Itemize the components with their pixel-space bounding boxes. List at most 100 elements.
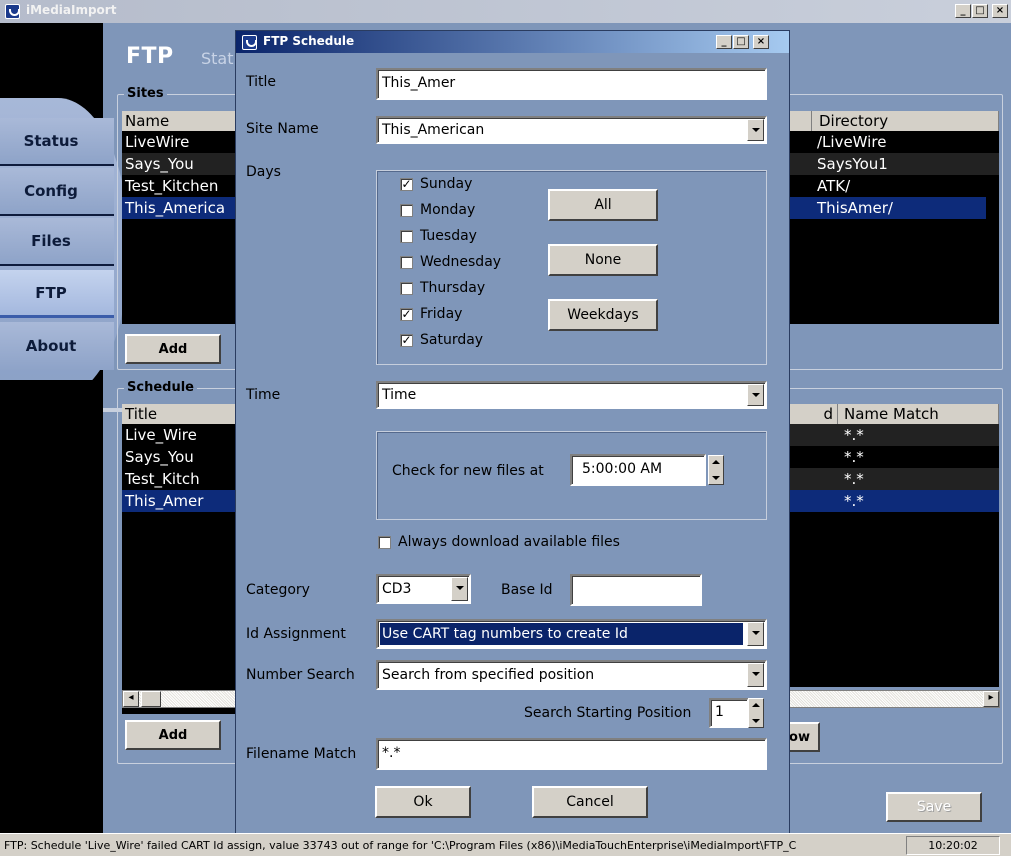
sites-add-button[interactable]: Add [125, 334, 221, 364]
time-combo[interactable]: Time [376, 381, 767, 409]
site-name-value: This_American [382, 122, 485, 138]
day-checkbox-friday[interactable]: ✓ [400, 308, 413, 321]
list-item[interactable]: Test_Kitch [122, 468, 236, 490]
start-position-input[interactable]: 1 [709, 698, 749, 728]
category-combo[interactable]: CD3 [376, 574, 471, 604]
status-bar: FTP: Schedule 'Live_Wire' failed CART Id… [0, 833, 1011, 856]
chevron-down-icon[interactable] [747, 622, 764, 646]
day-checkbox-wednesday[interactable] [400, 256, 413, 269]
chevron-down-icon[interactable] [747, 119, 764, 141]
sites-col-header: Directory [790, 111, 999, 131]
list-item[interactable]: Live_Wire [122, 424, 236, 446]
days-label: Days [246, 164, 281, 180]
status-clock: 10:20:02 [906, 836, 1000, 855]
list-item[interactable]: Test_Kitchen [122, 175, 236, 197]
dialog-close-button[interactable]: × [753, 35, 769, 49]
title-input[interactable]: This_Amer [376, 68, 767, 100]
schedule-group-label: Schedule [124, 380, 197, 395]
chevron-down-icon[interactable] [747, 384, 764, 406]
schedule-col-name-match[interactable]: Name Match [838, 404, 939, 424]
list-item[interactable]: *.* [790, 424, 999, 446]
list-item[interactable]: /LiveWire [790, 131, 999, 153]
list-item[interactable]: This_Amer [122, 490, 236, 512]
time-value: Time [382, 387, 417, 403]
scroll-right-button[interactable]: ▸ [983, 691, 999, 707]
col-fragment [790, 111, 812, 131]
list-item[interactable]: *.* [790, 468, 999, 490]
schedule-col-d[interactable]: d [790, 404, 838, 424]
day-label-sunday[interactable]: Sunday [420, 176, 472, 192]
dialog-app-icon [242, 35, 257, 50]
day-checkbox-thursday[interactable] [400, 282, 413, 295]
ok-button[interactable]: Ok [375, 786, 471, 818]
nav-status[interactable]: Status [0, 118, 114, 166]
chevron-down-icon[interactable] [451, 577, 468, 601]
base-id-input[interactable] [570, 574, 702, 606]
chevron-down-icon[interactable] [747, 663, 764, 687]
time-label: Time [246, 387, 281, 403]
scroll-thumb[interactable] [141, 691, 161, 707]
list-item[interactable]: ATK/ [790, 175, 999, 197]
close-button[interactable]: × [992, 4, 1008, 18]
day-label-monday[interactable]: Monday [420, 202, 475, 218]
check-time-spinner[interactable] [708, 455, 724, 485]
schedule-col-title[interactable]: Title [122, 404, 236, 424]
base-id-label: Base Id [501, 582, 553, 598]
check-files-label: Check for new files at [392, 463, 544, 479]
number-search-combo[interactable]: Search from specified position [376, 660, 767, 690]
page-title: FTP [126, 44, 174, 69]
start-position-label: Search Starting Position [524, 705, 692, 721]
list-item[interactable]: LiveWire [122, 131, 236, 153]
sites-col-directory[interactable]: Directory [812, 111, 888, 131]
check-time-input[interactable]: 5:00:00 AM [570, 454, 706, 486]
nav-about[interactable]: About [0, 322, 114, 370]
always-download-label[interactable]: Always download available files [398, 534, 620, 550]
sites-list-right[interactable]: Directory /LiveWire SaysYou1 ATK/ ThisAm… [790, 111, 999, 324]
day-label-wednesday[interactable]: Wednesday [420, 254, 501, 270]
always-download-checkbox[interactable] [378, 536, 391, 549]
day-checkbox-sunday[interactable]: ✓ [400, 178, 413, 191]
day-checkbox-monday[interactable] [400, 204, 413, 217]
save-button[interactable]: Save [886, 792, 982, 822]
list-item[interactable]: Says_You [122, 446, 236, 468]
id-assignment-combo[interactable]: Use CART tag numbers to create Id [376, 619, 767, 649]
all-days-button[interactable]: All [548, 189, 658, 221]
sites-list-left[interactable]: Name LiveWire Says_You Test_Kitchen This… [122, 111, 236, 324]
day-label-friday[interactable]: Friday [420, 306, 462, 322]
dialog-minimize-button[interactable]: _ [716, 35, 732, 49]
nav-ftp[interactable]: FTP [0, 270, 114, 318]
day-checkbox-tuesday[interactable] [400, 230, 413, 243]
nav-files[interactable]: Files [0, 218, 114, 266]
cancel-button[interactable]: Cancel [532, 786, 648, 818]
minimize-button[interactable]: _ [955, 4, 971, 18]
list-item[interactable]: ThisAmer/ [790, 197, 986, 219]
nav-bottom-strip [0, 380, 103, 408]
maximize-button[interactable]: □ [972, 4, 988, 18]
start-position-spinner[interactable] [748, 698, 764, 728]
day-checkbox-saturday[interactable]: ✓ [400, 334, 413, 347]
dialog-maximize-button[interactable]: □ [733, 35, 749, 49]
main-title-bar[interactable]: iMediaImport _ □ × [0, 0, 1011, 23]
nav-config[interactable]: Config [0, 168, 114, 216]
sites-group-label: Sites [124, 86, 167, 101]
site-name-label: Site Name [246, 121, 319, 137]
list-item[interactable]: *.* [790, 490, 999, 512]
no-days-button[interactable]: None [548, 244, 658, 276]
schedule-add-button[interactable]: Add [125, 720, 221, 750]
list-item[interactable]: Says_You [122, 153, 236, 175]
dialog-title-bar[interactable]: FTP Schedule _ □ × [236, 31, 789, 53]
schedule-list-left[interactable]: Title Live_Wire Says_You Test_Kitch This… [122, 404, 236, 714]
list-item[interactable]: This_America [122, 197, 236, 219]
filename-match-input[interactable]: *.* [376, 738, 767, 770]
list-item[interactable]: SaysYou1 [790, 153, 999, 175]
day-label-tuesday[interactable]: Tuesday [420, 228, 477, 244]
site-name-combo[interactable]: This_American [376, 116, 767, 144]
scroll-left-button[interactable]: ◂ [123, 691, 139, 707]
sites-col-name[interactable]: Name [122, 111, 236, 131]
day-label-saturday[interactable]: Saturday [420, 332, 483, 348]
list-item[interactable]: *.* [790, 446, 999, 468]
id-assignment-value: Use CART tag numbers to create Id [380, 623, 743, 645]
weekdays-button[interactable]: Weekdays [548, 299, 658, 331]
day-label-thursday[interactable]: Thursday [420, 280, 485, 296]
schedule-list-right[interactable]: d Name Match *.* *.* *.* *.* [790, 404, 999, 687]
